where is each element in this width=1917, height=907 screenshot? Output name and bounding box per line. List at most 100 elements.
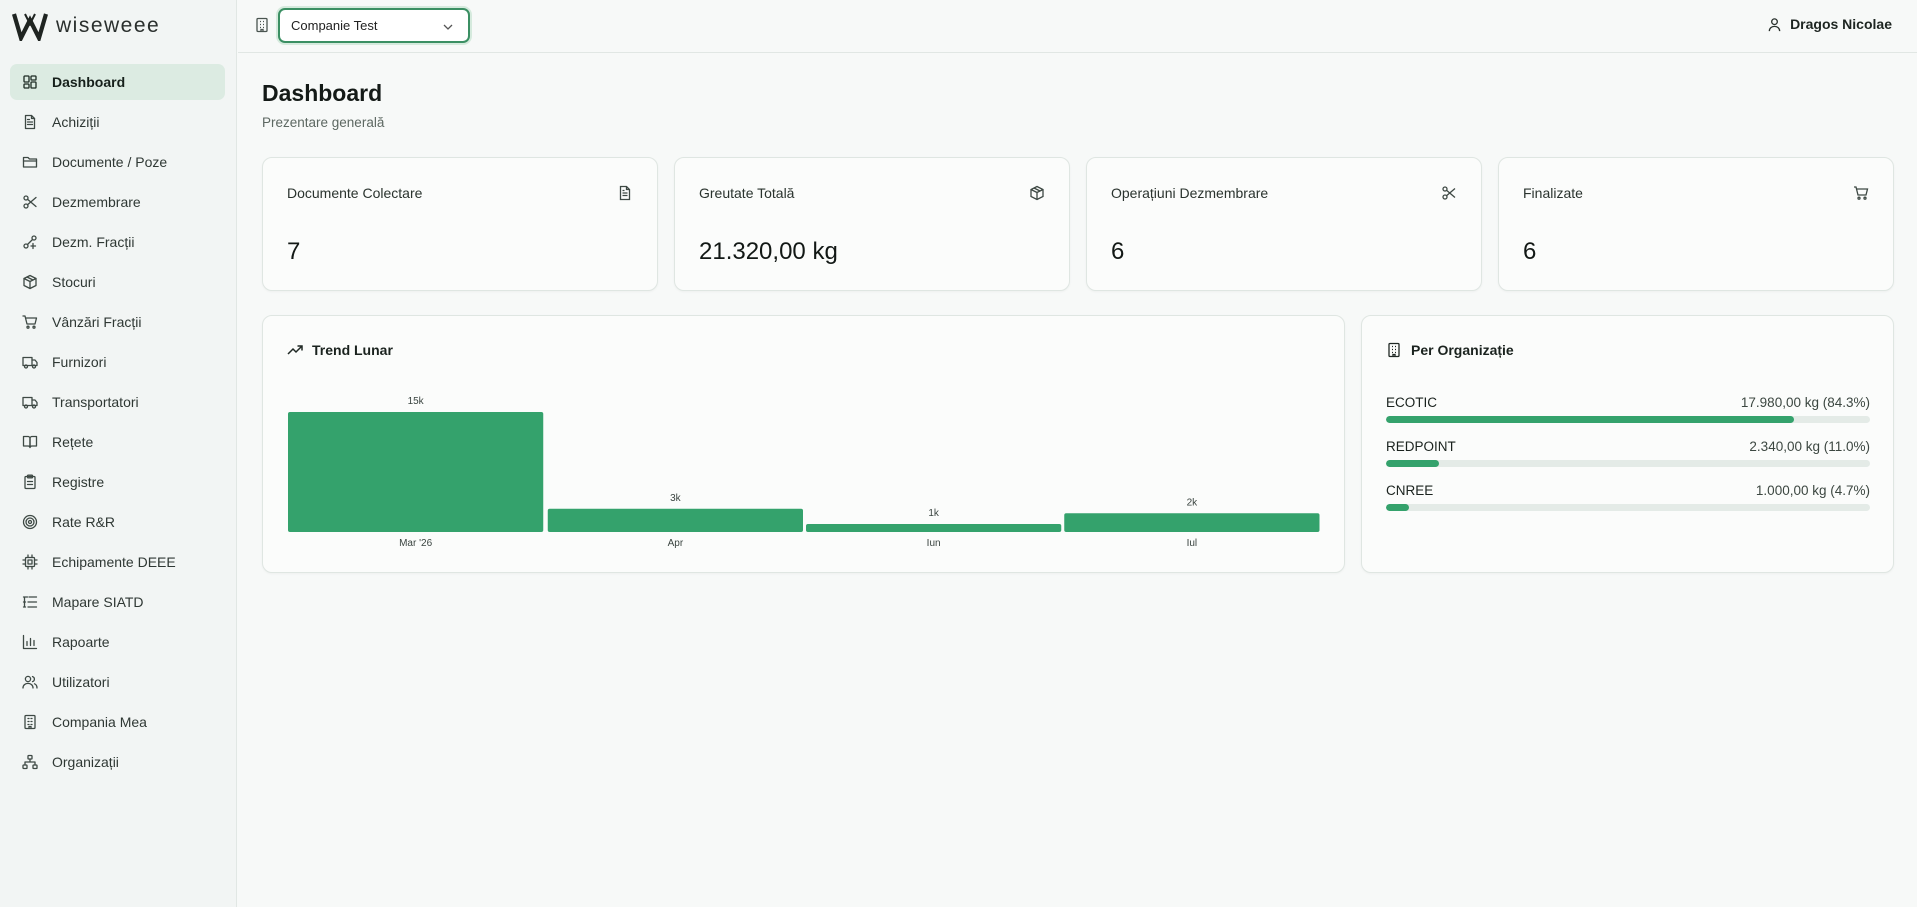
user-menu[interactable]: Dragos Nicolae [1767,16,1892,32]
sidebar-item-label: Rețete [52,434,94,450]
package-icon [1030,185,1044,201]
logo-text: wiseweee [56,14,161,37]
chart-bar[interactable] [1064,513,1320,532]
page-title: Dashboard [262,80,383,106]
organization-row: CNREE 1.000,00 kg (4.7%) [1386,483,1870,521]
stat-label: Greutate Totală [699,185,795,201]
sidebar-item-rapoarte[interactable]: Rapoarte [10,624,225,660]
organization-progress-track [1386,416,1870,423]
sidebar-item-utilizatori[interactable]: Utilizatori [10,664,225,700]
book-icon [22,434,38,450]
sidebar-item-label: Rapoarte [52,634,110,650]
chevron-down-icon [443,24,453,30]
sidebar-item-label: Organizații [52,754,119,770]
organization-progress-track [1386,504,1870,511]
sidebar-item-label: Mapare SIATD [52,594,144,610]
building-icon [1388,342,1400,358]
organization-name: REDPOINT [1386,439,1456,454]
sidebar-item-label: Echipamente DEEE [52,554,176,570]
sidebar-item-registre[interactable]: Registre [10,464,225,500]
cart-icon [1854,186,1869,200]
scissors-icon [1442,186,1456,200]
file-text-icon [22,114,38,130]
clipboard-icon [22,474,38,490]
bar-chart-icon [22,634,38,650]
sidebar-item-label: Achiziții [52,114,100,130]
stat-card-operatiuni: Operațiuni Dezmembrare 6 [1086,157,1482,291]
truck-icon [22,394,38,410]
users-icon [22,674,38,690]
user-icon [1768,17,1781,31]
chart-category-label: Apr [668,538,684,549]
file-text-icon [619,185,631,201]
organization-name: CNREE [1386,483,1434,498]
building-icon [22,714,38,730]
trend-chart: 15k Mar '26 3k Apr 1k Iun 2k Iul [288,396,1320,549]
sidebar-item-echipamente-deee[interactable]: Echipamente DEEE [10,544,225,580]
organization-value: 17.980,00 kg (84.3%) [1740,395,1870,410]
sidebar-item-label: Stocuri [52,274,96,290]
chip-icon [22,554,38,570]
organization-title-text: Per Organizație [1411,342,1514,358]
organization-panel: Per Organizație ECOTIC 17.980,00 kg (84.… [1361,315,1894,573]
chart-category-label: Iul [1187,538,1198,549]
chart-value-label: 1k [928,508,940,519]
organization-name: ECOTIC [1386,395,1438,410]
organization-title: Per Organizație [1386,342,1514,358]
organization-value: 2.340,00 kg (11.0%) [1749,439,1870,454]
sidebar-item-label: Documente / Poze [52,154,168,170]
sidebar-item-dezm-fractii[interactable]: Dezm. Fracții [10,224,225,260]
stat-value: 7 [287,238,301,265]
sidebar-item-transportatori[interactable]: Transportatori [10,384,225,420]
sidebar-item-furnizori[interactable]: Furnizori [10,344,225,380]
chart-category-label: Iun [927,538,941,549]
organization-progress-fill [1386,504,1409,511]
stat-value: 21.320,00 kg [699,238,838,265]
organization-row: REDPOINT 2.340,00 kg (11.0%) [1386,439,1870,477]
chart-value-label: 2k [1187,497,1199,508]
sidebar-item-retete[interactable]: Rețete [10,424,225,460]
sidebar-item-label: Dashboard [52,74,126,90]
sidebar-item-vanzari-fractii[interactable]: Vânzări Fracții [10,304,225,340]
scissors-icon [22,194,38,210]
stat-card-greutate: Greutate Totală 21.320,00 kg [674,157,1070,291]
stat-label: Operațiuni Dezmembrare [1111,185,1269,201]
organization-value: 1.000,00 kg (4.7%) [1755,483,1870,498]
sidebar-item-dezmembrare[interactable]: Dezmembrare [10,184,225,220]
company-select[interactable]: Companie Test [278,8,470,43]
list-tree-icon [22,594,38,610]
split-icon [22,234,38,250]
chart-bar[interactable] [288,412,544,532]
organization-progress-track [1386,460,1870,467]
sidebar-item-label: Registre [52,474,105,490]
stat-label: Documente Colectare [287,185,423,201]
network-icon [22,754,38,770]
cart-icon [22,314,38,330]
trend-panel: 15k Mar '26 3k Apr 1k Iun 2k Iul Trend Lunar [262,315,1345,573]
chart-bar[interactable] [547,508,803,532]
trending-up-icon [287,345,303,355]
trend-title-text: Trend Lunar [312,342,393,358]
sidebar-item-compania-mea[interactable]: Compania Mea [10,704,225,740]
sidebar-item-label: Vânzări Fracții [52,314,142,330]
chart-bar[interactable] [806,523,1062,532]
target-icon [22,514,38,530]
building-icon [256,17,268,33]
stat-card-documente: Documente Colectare 7 [262,157,658,291]
trend-title: Trend Lunar [287,342,393,358]
sidebar-item-stocuri[interactable]: Stocuri [10,264,225,300]
folder-icon [22,154,38,170]
sidebar-item-label: Compania Mea [52,714,147,730]
sidebar-item-documente-poze[interactable]: Documente / Poze [10,144,225,180]
organization-progress-fill [1386,416,1794,423]
logo[interactable]: wiseweee [12,10,160,42]
sidebar-item-organizatii[interactable]: Organizații [10,744,225,780]
sidebar-item-rate-r-r[interactable]: Rate R&R [10,504,225,540]
top-bar: Companie Test Dragos Nicolae [238,0,1917,53]
chart-value-label: 3k [670,493,682,504]
sidebar-item-dashboard[interactable]: Dashboard [10,64,225,100]
sidebar-nav: Dashboard Achiziții Documente / Poze Dezmem… [10,64,225,784]
chart-category-label: Mar '26 [399,538,432,549]
sidebar-item-mapare-siatd[interactable]: Mapare SIATD [10,584,225,620]
sidebar-item-achizitii[interactable]: Achiziții [10,104,225,140]
